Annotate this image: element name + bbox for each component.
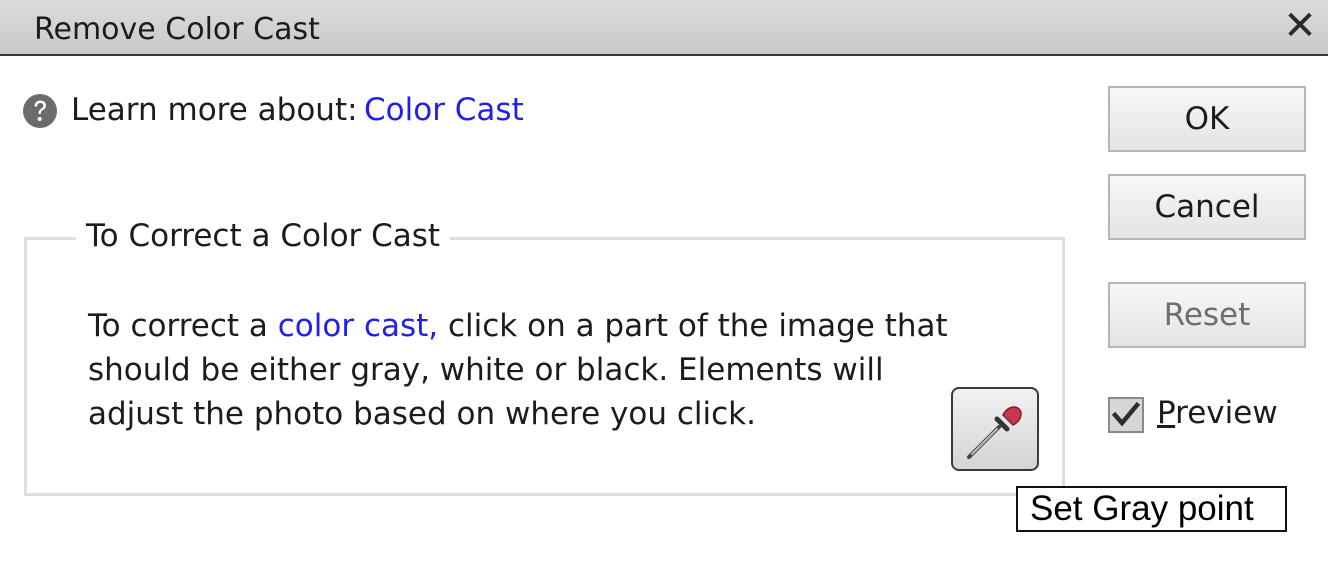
ok-button[interactable]: OK <box>1108 86 1306 152</box>
instructions-part-1: To correct a <box>88 308 278 344</box>
help-icon[interactable] <box>22 93 58 129</box>
learn-more-label: Learn more about: <box>71 92 358 128</box>
group-legend: To Correct a Color Cast <box>76 218 451 254</box>
preview-label[interactable]: Preview <box>1157 395 1278 431</box>
preview-mnemonic: P <box>1157 395 1176 431</box>
color-cast-help-link[interactable]: Color Cast <box>364 92 524 128</box>
instructions-text: To correct a color cast, click on a part… <box>88 304 988 436</box>
color-cast-inline-link[interactable]: color cast, <box>278 308 438 344</box>
title-bar: Remove Color Cast ✕ <box>0 0 1328 56</box>
preview-label-rest: review <box>1175 395 1278 431</box>
checkmark-icon <box>1111 401 1141 427</box>
dialog-title: Remove Color Cast <box>34 12 320 47</box>
set-gray-point-tooltip: Set Gray point <box>1016 486 1287 532</box>
set-gray-point-button[interactable] <box>951 387 1039 471</box>
close-icon[interactable]: ✕ <box>1280 4 1320 48</box>
reset-button[interactable]: Reset <box>1108 282 1306 348</box>
cancel-button[interactable]: Cancel <box>1108 174 1306 240</box>
preview-checkbox[interactable] <box>1108 397 1144 433</box>
